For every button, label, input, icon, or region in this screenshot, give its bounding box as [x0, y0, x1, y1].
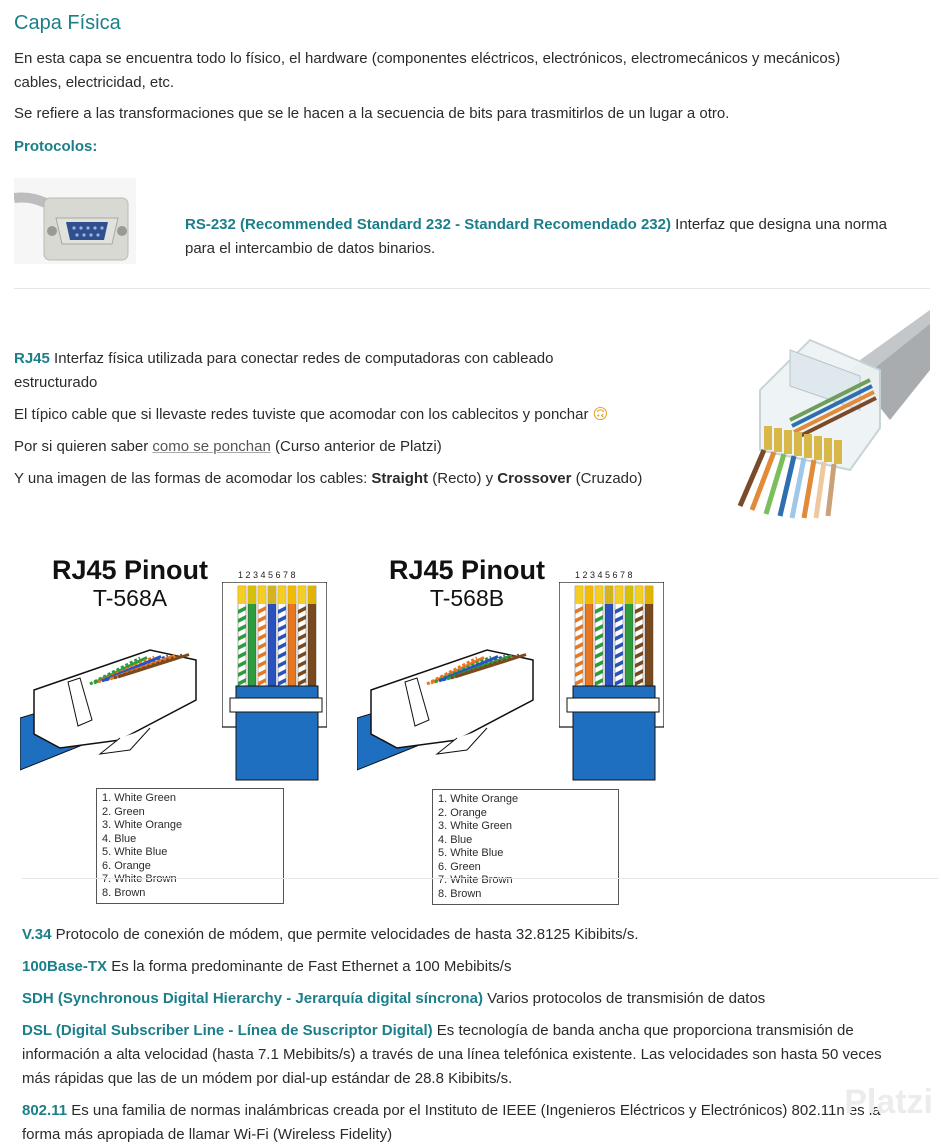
pinout-b-legend: 1. White Orange 2. Orange 3. White Green… — [432, 789, 619, 905]
rj45-line-3-pre: Por si quieren saber — [14, 438, 153, 455]
rs232-paragraph: RS-232 (Recommended Standard 232 - Stand… — [185, 213, 887, 261]
intro-paragraph-1: En esta capa se encuentra todo lo físico… — [14, 47, 840, 95]
gold-contact — [615, 586, 623, 604]
pinout-a-subtitle: T-568A — [92, 585, 168, 611]
gold-contact — [258, 586, 266, 604]
legend-item: 8. Brown — [102, 886, 146, 899]
gold-contact — [635, 586, 643, 604]
protocol-100basetx: 100Base-TX Es la forma predominante de F… — [22, 955, 511, 979]
rj45-line-4-pre: Y una imagen de las formas de acomodar l… — [14, 470, 372, 487]
legend-item: 2. Orange — [438, 806, 487, 819]
rs232-name: RS-232 (Recommended Standard 232 - Stand… — [185, 216, 671, 233]
rj45-line-2-text: El típico cable que si llevaste redes tu… — [14, 406, 589, 423]
protocol-desc: Es la forma predominante de Fast Etherne… — [107, 958, 512, 975]
legend-item: 2. Green — [102, 805, 145, 818]
gold-contact — [625, 586, 633, 604]
legend-item: 7. White Brown — [438, 874, 513, 886]
rj45-connector-image — [737, 310, 930, 519]
intro-text: En esta capa se encuentra todo lo físico… — [14, 50, 841, 67]
gold-contact — [288, 586, 296, 604]
protocol-desc-cont: más rápidas que las de un módem por dial… — [22, 1070, 513, 1087]
rj45-line-3: Por si quieren saber como se ponchan (Cu… — [14, 435, 442, 459]
pinout-a-plug-diagram — [20, 649, 197, 771]
gold-contact — [605, 586, 613, 604]
legend-item: 3. White Orange — [102, 819, 183, 831]
protocol-name: V.34 — [22, 926, 52, 943]
crossover-label: Crossover — [497, 470, 572, 487]
pinout-b-jack-diagram — [559, 582, 664, 781]
rs232-desc-cont: para el intercambio de datos binarios. — [185, 240, 436, 257]
gold-contact — [298, 586, 306, 604]
rj45-line-3-post: (Curso anterior de Platzi) — [270, 438, 442, 455]
protocol-80211: 802.11 Es una familia de normas inalámbr… — [22, 1099, 881, 1147]
protocol-desc: Es tecnología de banda ancha que proporc… — [432, 1022, 854, 1039]
divider — [22, 878, 938, 879]
legend-item: 7. White Brown — [102, 873, 177, 885]
rj45-name: RJ45 — [14, 350, 50, 367]
protocol-desc: Varios protocolos de transmisión de dato… — [482, 990, 766, 1007]
legend-item: 3. White Green — [438, 820, 512, 832]
gold-contact — [645, 586, 653, 604]
legend-item: 4. Blue — [102, 832, 137, 845]
legend-item: 4. Blue — [438, 833, 473, 846]
protocol-desc: Protocolo de conexión de módem, que perm… — [51, 926, 639, 943]
divider — [14, 288, 930, 289]
rj45-line-4: Y una imagen de las formas de acomodar l… — [14, 467, 642, 491]
pinout-a-legend: 1. White Green 2. Green 3. White Orange … — [96, 788, 284, 904]
upside-down-face-icon: 🙃 — [592, 406, 609, 423]
straight-label: Straight — [371, 470, 429, 487]
pinout-b-subtitle: T-568B — [429, 585, 505, 611]
gold-contact — [268, 586, 276, 604]
gold-contact — [308, 586, 316, 604]
legend-item: 5. White Blue — [102, 846, 168, 858]
pinout-a-jack-diagram — [222, 582, 327, 781]
pinout-a-pin-numbers: 1 2 3 4 5 6 7 8 — [238, 570, 296, 580]
protocol-sdh: SDH (Synchronous Digital Hierarchy - Jer… — [22, 987, 765, 1011]
legend-item: 1. White Orange — [438, 793, 519, 805]
pinout-b-plug-diagram — [357, 649, 534, 771]
protocols-heading: Protocolos: — [14, 138, 98, 155]
protocol-desc-cont: forma más apropiada de llamar Wi-Fi (Wir… — [22, 1126, 393, 1143]
legend-item: 6. Green — [438, 860, 481, 873]
page-title: Capa Física — [14, 12, 121, 34]
legend-item: 1. White Green — [102, 792, 176, 804]
rj45-line-2: El típico cable que si llevaste redes tu… — [14, 403, 608, 427]
gold-contact — [585, 586, 593, 604]
protocol-name: 802.11 — [22, 1102, 68, 1119]
protocol-name: DSL (Digital Subscriber Line - Línea de … — [22, 1022, 433, 1039]
gold-contact — [595, 586, 603, 604]
gold-contact — [248, 586, 256, 604]
protocol-name: SDH (Synchronous Digital Hierarchy - Jer… — [22, 990, 483, 1007]
protocol-desc-cont: información a alta velocidad (hasta 7.1 … — [22, 1046, 882, 1063]
straight-es: (Recto) y — [428, 470, 498, 487]
pinout-a-title: RJ45 Pinout — [51, 555, 209, 585]
gold-contact — [278, 586, 286, 604]
crossover-es: (Cruzado) — [571, 470, 643, 487]
rs232-desc: Interfaz que designa una norma — [670, 216, 887, 233]
intro-paragraph-2: Se refiere a las transformaciones que se… — [14, 105, 730, 122]
pinout-b-title: RJ45 Pinout — [388, 555, 546, 585]
legend-item: 8. Brown — [438, 887, 482, 900]
intro-text-cont: cables, electricidad, etc. — [14, 74, 175, 91]
rj45-desc-cont: estructurado — [14, 374, 98, 391]
platzi-watermark: Platzi — [844, 1083, 933, 1121]
protocol-desc: Es una familia de normas inalámbricas cr… — [67, 1102, 881, 1119]
como-se-ponchan-link[interactable]: como se ponchan — [152, 438, 270, 455]
gold-contact — [238, 586, 246, 604]
rj45-desc: Interfaz física utilizada para conectar … — [49, 350, 554, 367]
gold-contact — [575, 586, 583, 604]
rs232-connector-image — [14, 178, 136, 264]
protocol-v34: V.34 Protocolo de conexión de módem, que… — [22, 923, 639, 947]
protocol-dsl: DSL (Digital Subscriber Line - Línea de … — [22, 1019, 882, 1091]
legend-item: 6. Orange — [102, 859, 151, 872]
protocol-name: 100Base-TX — [22, 958, 108, 975]
rj45-paragraph: RJ45 Interfaz física utilizada para cone… — [14, 347, 554, 395]
pinout-b-pin-numbers: 1 2 3 4 5 6 7 8 — [575, 570, 633, 580]
legend-item: 5. White Blue — [438, 847, 504, 859]
